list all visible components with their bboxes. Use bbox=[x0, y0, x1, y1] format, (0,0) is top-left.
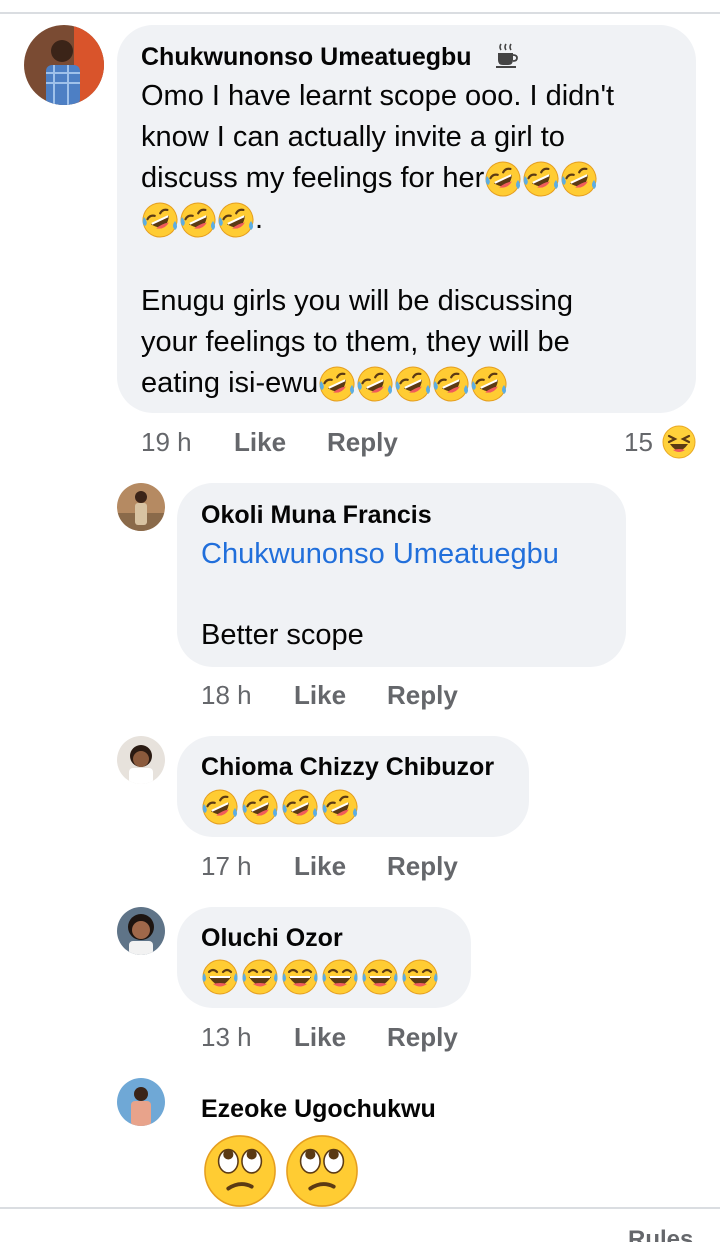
reply-timestamp[interactable]: 17 h bbox=[201, 851, 252, 881]
tears-of-joy-emoji-icon bbox=[401, 958, 439, 996]
comment-line-8: eating isi-ewu bbox=[141, 363, 508, 404]
comment-line-1: Omo I have learnt scope ooo. I didn't bbox=[141, 80, 615, 112]
tears-of-joy-emoji-icon bbox=[241, 958, 279, 996]
rofl-emoji-icon bbox=[321, 788, 359, 826]
comment-timestamp[interactable]: 19 h bbox=[141, 427, 192, 457]
rofl-emoji-icon bbox=[356, 365, 394, 403]
like-button[interactable]: Like bbox=[294, 851, 346, 881]
rofl-emoji-icon bbox=[394, 365, 432, 403]
coffee-cup-icon bbox=[496, 42, 518, 73]
reply-author[interactable]: Oluchi Ozor bbox=[201, 923, 343, 953]
rofl-emoji-icon bbox=[217, 201, 255, 239]
rofl-emoji-icon bbox=[241, 788, 279, 826]
tears-of-joy-emoji-icon bbox=[361, 958, 399, 996]
reply-button[interactable]: Reply bbox=[327, 427, 398, 457]
rofl-emoji-icon bbox=[560, 160, 598, 198]
comment-author[interactable]: Chukwunonso Umeatuegbu bbox=[141, 42, 472, 72]
rofl-emoji-icon bbox=[432, 365, 470, 403]
rofl-emoji-icon bbox=[470, 365, 508, 403]
big-emojis bbox=[203, 1134, 359, 1208]
reply-emojis bbox=[201, 958, 439, 996]
rofl-emoji-icon bbox=[318, 365, 356, 403]
rofl-emoji-icon bbox=[522, 160, 560, 198]
rofl-emoji-icon bbox=[179, 201, 217, 239]
reply-emojis bbox=[201, 788, 359, 826]
rules-link[interactable]: Rules bbox=[628, 1226, 693, 1242]
reaction-count[interactable]: 15 bbox=[624, 427, 653, 457]
reply-author[interactable]: Ezeoke Ugochukwu bbox=[201, 1094, 436, 1124]
avatar[interactable] bbox=[117, 483, 165, 531]
reply-button[interactable]: Reply bbox=[387, 680, 458, 710]
rofl-emoji-icon bbox=[281, 788, 319, 826]
comment-line-6: Enugu girls you will be discussing bbox=[141, 285, 573, 317]
avatar[interactable] bbox=[24, 25, 104, 105]
eye-roll-emoji-icon bbox=[203, 1134, 277, 1208]
rofl-emoji-icon bbox=[484, 160, 522, 198]
reply-author[interactable]: Okoli Muna Francis bbox=[201, 500, 432, 530]
avatar[interactable] bbox=[117, 907, 165, 955]
eye-roll-emoji-icon bbox=[285, 1134, 359, 1208]
mention-link[interactable]: Chukwunonso Umeatuegbu bbox=[201, 536, 559, 572]
comment-line-3: discuss my feelings for her bbox=[141, 158, 598, 199]
comment-line-8-text: eating isi-ewu bbox=[141, 367, 319, 399]
reply-button[interactable]: Reply bbox=[387, 851, 458, 881]
reply-button[interactable]: Reply bbox=[387, 1022, 458, 1052]
tears-of-joy-emoji-icon bbox=[321, 958, 359, 996]
rofl-emoji-icon bbox=[141, 201, 179, 239]
reply-timestamp[interactable]: 13 h bbox=[201, 1022, 252, 1052]
avatar[interactable] bbox=[117, 1078, 165, 1126]
bottom-divider bbox=[0, 1207, 720, 1209]
like-button[interactable]: Like bbox=[294, 1022, 346, 1052]
rofl-emoji-icon bbox=[201, 788, 239, 826]
tears-of-joy-emoji-icon bbox=[281, 958, 319, 996]
comment-line-4: . bbox=[141, 199, 263, 240]
avatar[interactable] bbox=[117, 736, 165, 784]
reply-text: Better scope bbox=[201, 619, 364, 651]
comment-line-3-text: discuss my feelings for her bbox=[141, 162, 485, 194]
tears-of-joy-emoji-icon bbox=[201, 958, 239, 996]
laughing-squint-icon[interactable] bbox=[662, 425, 696, 464]
top-divider bbox=[0, 12, 720, 14]
like-button[interactable]: Like bbox=[234, 427, 286, 457]
comment-line-2: know I can actually invite a girl to bbox=[141, 121, 565, 153]
comment-line-4-suffix: . bbox=[255, 203, 264, 235]
like-button[interactable]: Like bbox=[294, 680, 346, 710]
reply-author[interactable]: Chioma Chizzy Chibuzor bbox=[201, 752, 494, 782]
reply-timestamp[interactable]: 18 h bbox=[201, 680, 252, 710]
comment-line-7: your feelings to them, they will be bbox=[141, 326, 570, 358]
